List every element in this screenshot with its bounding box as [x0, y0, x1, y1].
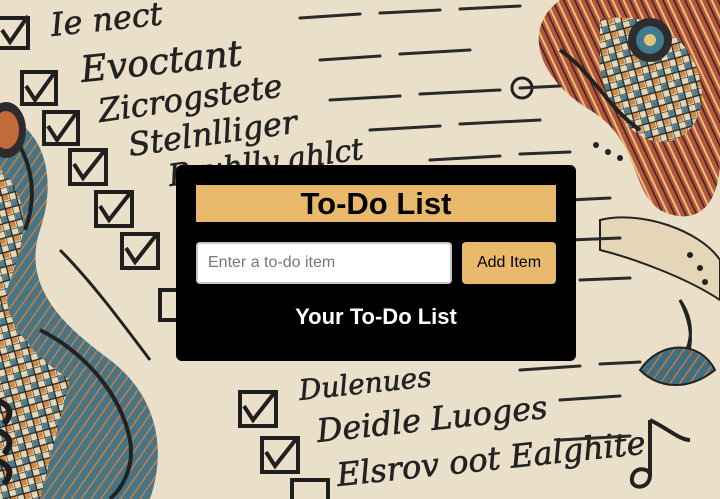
- todo-input[interactable]: [196, 242, 452, 284]
- app-title: To-Do List: [196, 185, 556, 222]
- add-item-button[interactable]: Add Item: [462, 242, 556, 284]
- todo-app-panel: To-Do List Add Item Your To-Do List: [176, 165, 576, 361]
- add-item-row: Add Item: [196, 242, 556, 284]
- list-heading: Your To-Do List: [295, 304, 457, 329]
